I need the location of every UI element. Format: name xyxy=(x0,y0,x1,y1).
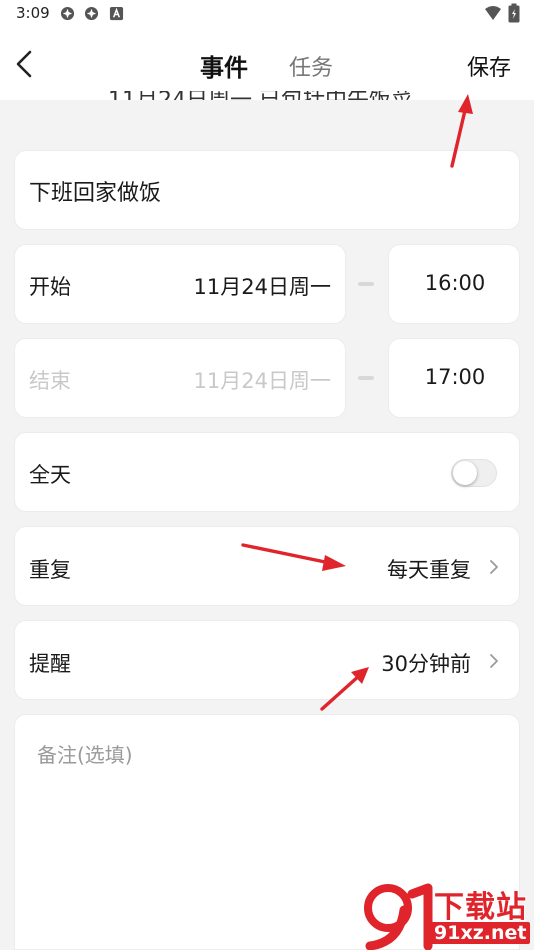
start-date-field[interactable]: 开始 11月24日周一 xyxy=(14,244,346,324)
watermark-domain: 91xz.net xyxy=(430,922,531,944)
title-field[interactable]: 下班回家做饭 xyxy=(14,150,520,230)
toggle-knob xyxy=(453,461,477,485)
battery-icon xyxy=(508,3,520,23)
event-title-value[interactable]: 下班回家做饭 xyxy=(29,175,161,207)
header-divider xyxy=(0,100,534,106)
end-date-field[interactable]: 结束 11月24日周一 xyxy=(14,338,346,418)
tab-event[interactable]: 事件 xyxy=(200,48,248,83)
chevron-right-icon xyxy=(490,560,498,574)
start-time-value[interactable]: 16:00 xyxy=(389,271,521,295)
chevron-right-icon xyxy=(490,654,498,668)
save-button[interactable]: 保存 xyxy=(467,50,511,82)
end-time-value[interactable]: 17:00 xyxy=(389,365,521,389)
header-background xyxy=(0,28,534,91)
reminder-value: 30分钟前 xyxy=(381,652,471,676)
watermark-title: 下载站 xyxy=(434,890,527,925)
reminder-label: 提醒 xyxy=(29,652,71,676)
all-day-label: 全天 xyxy=(29,463,71,487)
start-range-dash xyxy=(358,282,374,286)
start-time-field[interactable]: 16:00 xyxy=(388,244,520,324)
tab-task[interactable]: 任务 xyxy=(289,50,333,82)
end-date-value[interactable]: 11月24日周一 xyxy=(194,365,331,395)
watermark: 下载站 91xz.net xyxy=(360,880,534,950)
repeat-row[interactable]: 重复 每天重复 xyxy=(14,526,520,606)
status-time: 3:09 xyxy=(16,4,50,22)
end-range-dash xyxy=(358,376,374,380)
all-day-toggle[interactable] xyxy=(451,459,497,487)
start-label: 开始 xyxy=(29,275,71,299)
chevron-left-icon xyxy=(16,50,32,78)
pinwheel-icon xyxy=(60,6,75,21)
status-bar xyxy=(0,0,534,28)
a-badge-icon xyxy=(109,6,124,21)
repeat-label: 重复 xyxy=(29,558,71,582)
start-date-value[interactable]: 11月24日周一 xyxy=(194,271,331,301)
pinwheel-icon xyxy=(84,6,99,21)
end-time-field[interactable]: 17:00 xyxy=(388,338,520,418)
repeat-value: 每天重复 xyxy=(387,558,471,582)
wifi-icon xyxy=(485,6,501,20)
all-day-row: 全天 xyxy=(14,432,520,512)
back-button[interactable] xyxy=(10,44,42,84)
end-label: 结束 xyxy=(29,369,71,393)
watermark-logo-icon xyxy=(364,883,433,950)
reminder-row[interactable]: 提醒 30分钟前 xyxy=(14,620,520,700)
